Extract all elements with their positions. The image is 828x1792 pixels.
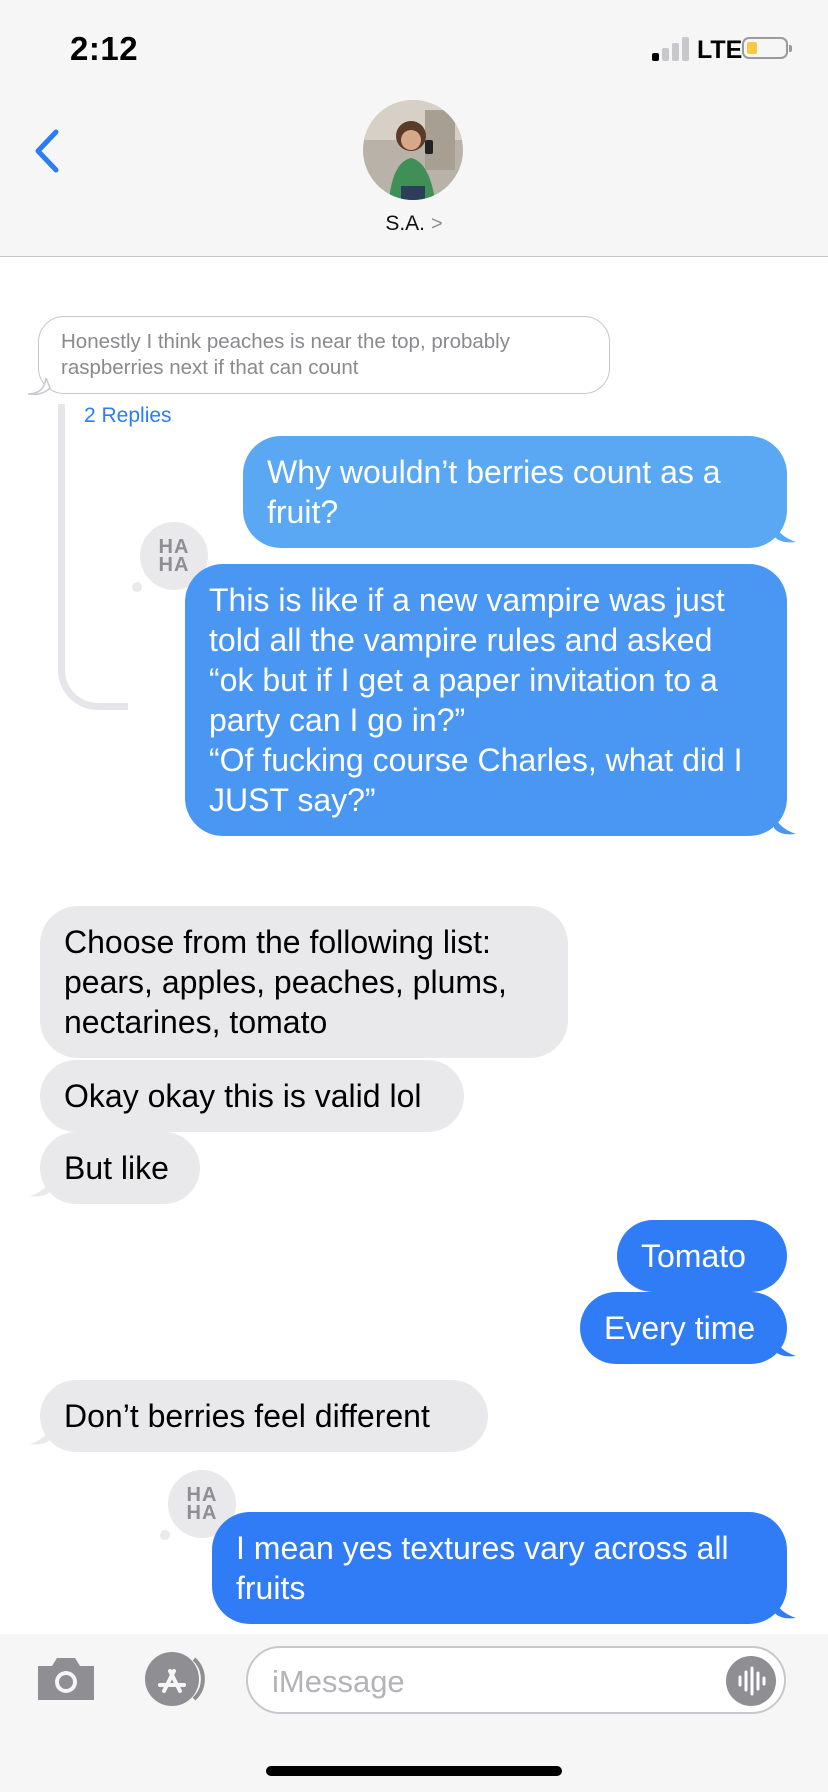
chevron-right-icon: > <box>431 213 443 235</box>
back-button[interactable] <box>30 126 70 176</box>
replies-link[interactable]: 2 Replies <box>84 404 172 428</box>
conversation-header: S.A. > <box>0 100 828 257</box>
battery-icon <box>742 37 792 59</box>
bubble-tail <box>28 378 51 396</box>
back-chevron-icon <box>35 129 59 173</box>
status-bar: 2:12 LTE <box>0 0 828 100</box>
thread-connector <box>58 404 128 710</box>
quoted-message[interactable]: Honestly I think peaches is near the top… <box>38 316 610 394</box>
network-label: LTE <box>697 36 743 64</box>
sent-message[interactable]: Every time <box>580 1292 787 1364</box>
signal-icon <box>652 37 689 61</box>
bubble-tail <box>30 1424 52 1445</box>
bubble-tail <box>774 522 796 543</box>
bubble-tail <box>774 1598 796 1619</box>
bubble-tail <box>30 1176 52 1197</box>
message-input[interactable]: iMessage <box>246 1646 786 1714</box>
audio-message-button[interactable] <box>726 1656 776 1706</box>
contact-avatar[interactable] <box>363 100 463 200</box>
sent-message[interactable]: I mean yes textures vary across all frui… <box>212 1512 787 1624</box>
status-time: 2:12 <box>70 30 139 67</box>
contact-name-button[interactable]: S.A. > <box>0 212 828 236</box>
app-store-icon <box>145 1652 205 1706</box>
camera-button[interactable] <box>34 1654 98 1704</box>
app-store-button[interactable] <box>140 1649 210 1709</box>
received-message[interactable]: But like <box>40 1132 200 1204</box>
home-indicator[interactable] <box>266 1766 562 1776</box>
message-placeholder: iMessage <box>272 1664 405 1699</box>
bubble-tail <box>774 1336 796 1357</box>
contact-name: S.A. <box>385 212 425 235</box>
bubble-tail <box>774 814 796 835</box>
sent-message[interactable]: Tomato <box>617 1220 787 1292</box>
audio-waveform-icon <box>738 1666 766 1696</box>
received-message[interactable]: Okay okay this is valid lol <box>40 1060 464 1132</box>
received-message[interactable]: Don’t berries feel different <box>40 1380 488 1452</box>
received-message[interactable]: Choose from the following list: pears, a… <box>40 906 568 1058</box>
sent-message[interactable]: Why wouldn’t berries count as a fruit? <box>243 436 787 548</box>
camera-icon <box>38 1658 94 1700</box>
sent-message[interactable]: This is like if a new vampire was just t… <box>185 564 787 836</box>
